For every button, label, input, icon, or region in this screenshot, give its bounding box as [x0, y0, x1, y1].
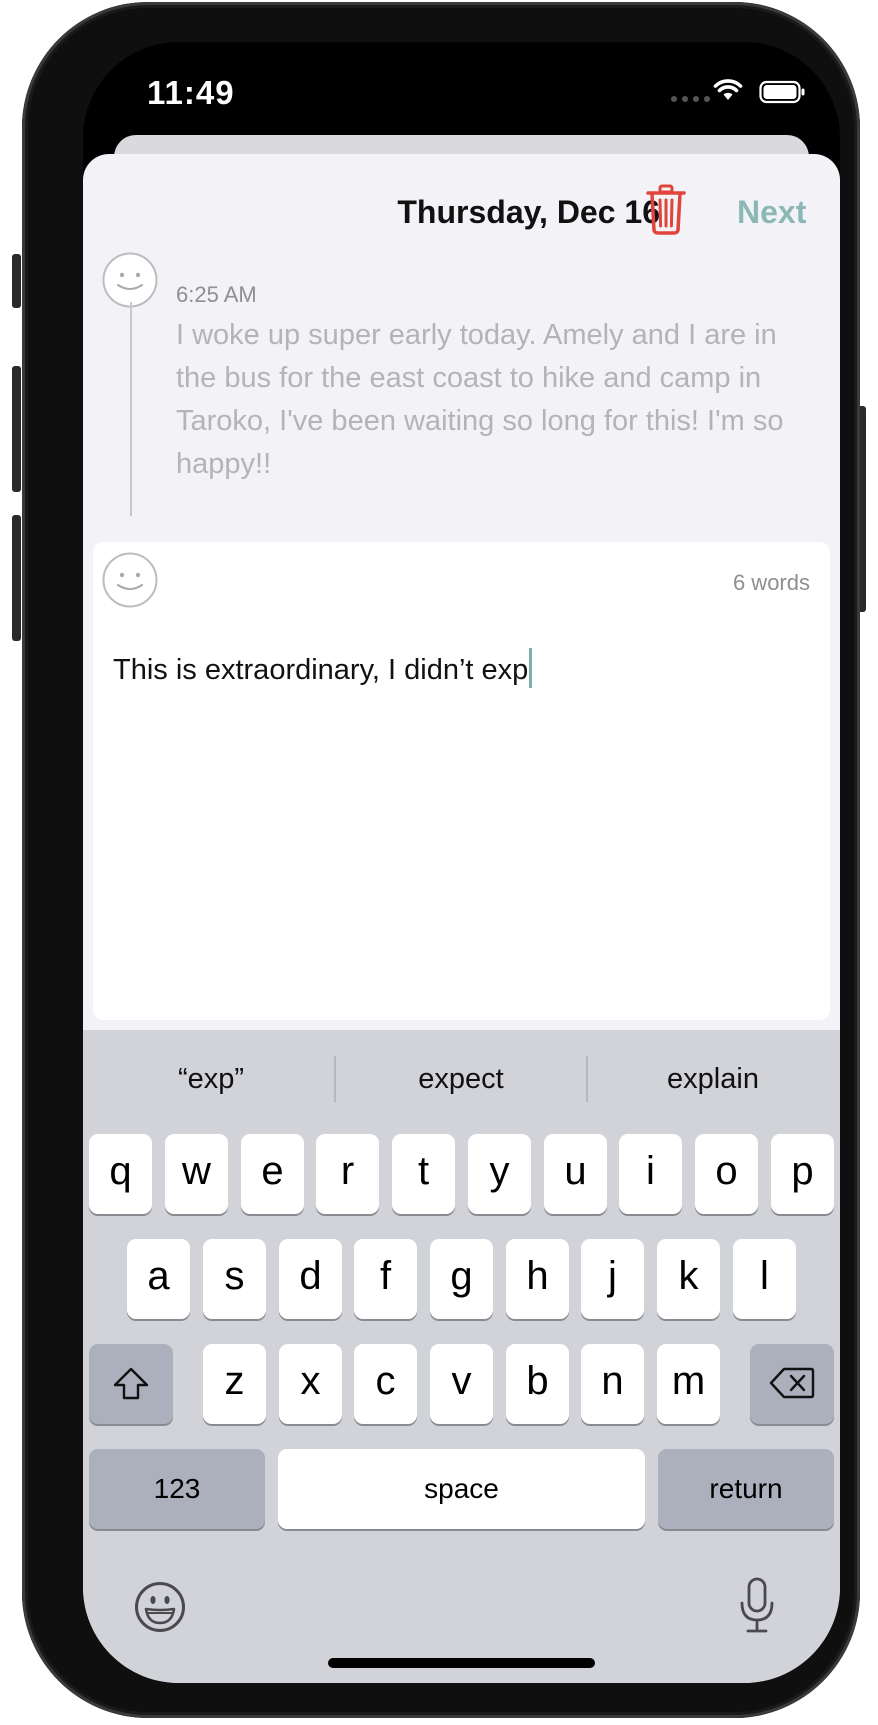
keyboard: “exp” expect explain q w e r t y u i o p… — [83, 1030, 840, 1683]
smiley-avatar-icon — [102, 552, 158, 608]
key-v[interactable]: v — [430, 1344, 493, 1424]
suggestion-1[interactable]: “exp” — [86, 1063, 336, 1096]
key-y[interactable]: y — [468, 1134, 531, 1214]
key-z[interactable]: z — [203, 1344, 266, 1424]
key-p[interactable]: p — [771, 1134, 834, 1214]
volume-down-button — [12, 515, 21, 641]
key-e[interactable]: e — [241, 1134, 304, 1214]
key-d[interactable]: d — [279, 1239, 342, 1319]
key-u[interactable]: u — [544, 1134, 607, 1214]
key-o[interactable]: o — [695, 1134, 758, 1214]
emoji-icon[interactable] — [134, 1581, 186, 1633]
next-button[interactable]: Next — [737, 194, 806, 231]
key-q[interactable]: q — [89, 1134, 152, 1214]
key-b[interactable]: b — [506, 1344, 569, 1424]
key-s[interactable]: s — [203, 1239, 266, 1319]
key-f[interactable]: f — [354, 1239, 417, 1319]
microphone-icon[interactable] — [737, 1577, 777, 1635]
home-indicator[interactable] — [328, 1658, 595, 1668]
previous-entry-text[interactable]: I woke up super early today. Amely and I… — [176, 314, 816, 486]
screen: 11:49 Thursday, Dec 16 Next 6:25 AM I wo… — [83, 42, 840, 1683]
key-h[interactable]: h — [506, 1239, 569, 1319]
entry-editor[interactable]: This is extraordinary, I didn’t exp — [113, 648, 533, 688]
status-time: 11:49 — [147, 74, 235, 111]
phone-frame: 11:49 Thursday, Dec 16 Next 6:25 AM I wo… — [22, 2, 860, 1718]
key-i[interactable]: i — [619, 1134, 682, 1214]
numbers-key[interactable]: 123 — [89, 1449, 265, 1529]
shift-icon — [113, 1367, 149, 1400]
key-w[interactable]: w — [165, 1134, 228, 1214]
smiley-avatar-icon — [102, 252, 158, 308]
backspace-key[interactable] — [750, 1344, 834, 1424]
entry-editor-text: This is extraordinary, I didn’t exp — [113, 654, 529, 686]
battery-icon — [759, 80, 805, 104]
date-title: Thursday, Dec 16 — [397, 194, 660, 230]
suggestion-3[interactable]: explain — [588, 1063, 838, 1096]
backspace-icon — [769, 1367, 815, 1399]
key-l[interactable]: l — [733, 1239, 796, 1319]
text-caret — [529, 648, 533, 688]
key-r[interactable]: r — [316, 1134, 379, 1214]
entry-time: 6:25 AM — [176, 282, 257, 307]
key-k[interactable]: k — [657, 1239, 720, 1319]
signal-dots-icon — [671, 96, 710, 102]
return-key[interactable]: return — [658, 1449, 834, 1529]
key-a[interactable]: a — [127, 1239, 190, 1319]
suggestion-2[interactable]: expect — [336, 1063, 586, 1096]
silent-switch — [12, 254, 21, 308]
key-c[interactable]: c — [354, 1344, 417, 1424]
key-j[interactable]: j — [581, 1239, 644, 1319]
journal-sheet: Thursday, Dec 16 Next 6:25 AM I woke up … — [83, 154, 840, 1683]
key-t[interactable]: t — [392, 1134, 455, 1214]
volume-up-button — [12, 366, 21, 492]
word-count: 6 words — [732, 570, 810, 595]
wifi-icon — [713, 79, 743, 100]
key-g[interactable]: g — [430, 1239, 493, 1319]
shift-key[interactable] — [89, 1344, 173, 1424]
trash-icon[interactable] — [645, 184, 687, 236]
timeline-connector — [130, 302, 132, 516]
key-n[interactable]: n — [581, 1344, 644, 1424]
key-m[interactable]: m — [657, 1344, 720, 1424]
key-x[interactable]: x — [279, 1344, 342, 1424]
space-key[interactable]: space — [278, 1449, 645, 1529]
current-entry-card[interactable]: 6 words This is extraordinary, I didn’t … — [93, 542, 830, 1020]
